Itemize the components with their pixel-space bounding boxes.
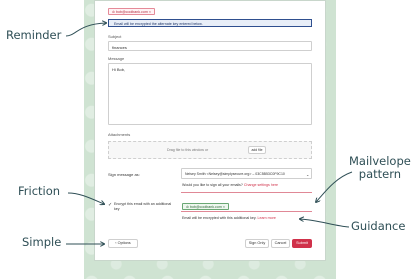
guidance-arrow bbox=[300, 219, 350, 228]
mailvelope-arrow bbox=[316, 171, 353, 202]
friction-arrow bbox=[67, 192, 104, 204]
figure-canvas: ⊘ bob@coolbank.com × Email will be encry… bbox=[0, 0, 418, 279]
annotation-arrows bbox=[65, 0, 353, 279]
reminder-arrow bbox=[65, 23, 106, 37]
